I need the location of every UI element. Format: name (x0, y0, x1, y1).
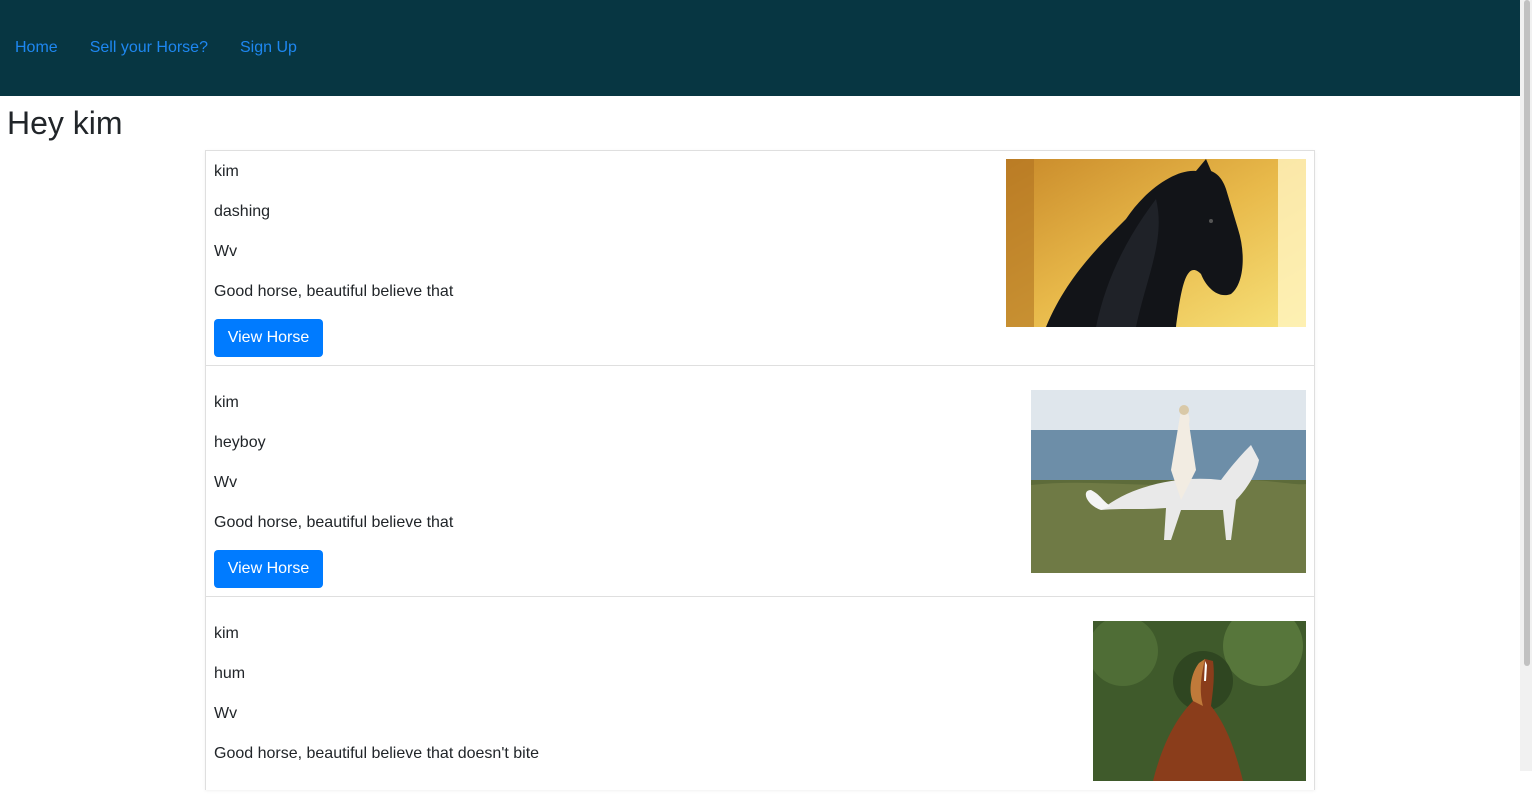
listing-location: Wv (214, 243, 238, 260)
listing-description: Good horse, beautiful believe that (214, 283, 454, 300)
listing-horse-name: dashing (214, 203, 271, 220)
listing-location: Wv (214, 705, 238, 722)
scrollbar-thumb[interactable] (1524, 0, 1530, 666)
nav-home-link[interactable]: Home (15, 38, 58, 58)
listing-horse-name: hum (214, 665, 246, 682)
listing-card: kim hum Wv Good horse, beautiful believe… (206, 597, 1314, 797)
page-greeting: Hey kim (7, 105, 123, 141)
listing-owner: kim (214, 163, 239, 180)
listing-owner: kim (214, 625, 239, 642)
nav-sell-horse-link[interactable]: Sell your Horse? (90, 38, 208, 58)
listing-description: Good horse, beautiful believe that doesn… (214, 745, 540, 762)
listing-owner: kim (214, 394, 239, 411)
black-horse-photo (1006, 159, 1306, 327)
nav-sign-up-link[interactable]: Sign Up (240, 38, 297, 58)
listing-description: Good horse, beautiful believe that (214, 514, 454, 531)
listing-horse-name: heyboy (214, 434, 266, 451)
listing-location: Wv (214, 474, 238, 491)
chestnut-horse-photo (1093, 621, 1306, 781)
view-horse-button[interactable]: View Horse (214, 550, 323, 588)
listing-card: kim heyboy Wv Good horse, beautiful beli… (206, 366, 1314, 597)
view-horse-button[interactable]: View Horse (214, 319, 323, 357)
top-navbar: Home Sell your Horse? Sign Up (0, 0, 1520, 96)
listing-card: kim dashing Wv Good horse, beautiful bel… (206, 151, 1314, 366)
white-horse-rider-photo (1031, 390, 1306, 573)
horse-listings: kim dashing Wv Good horse, beautiful bel… (205, 150, 1315, 790)
